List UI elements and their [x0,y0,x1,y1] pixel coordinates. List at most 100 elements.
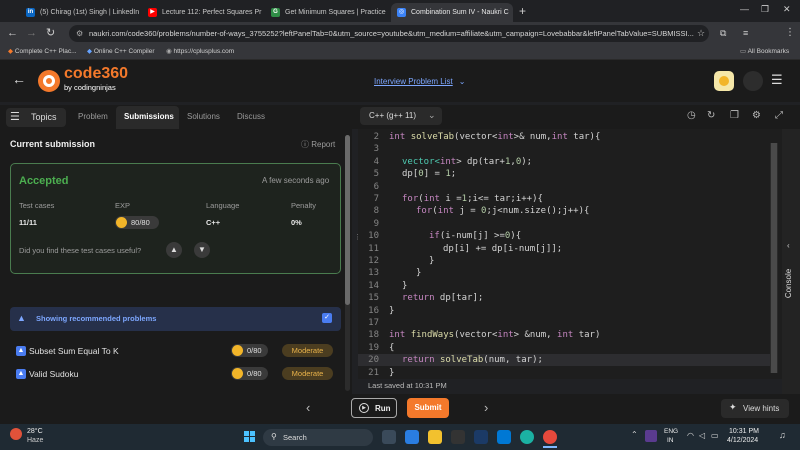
chevron-up-icon[interactable]: ⌃ [631,430,638,439]
line-number: 17 [368,318,379,328]
view-hints-button[interactable]: ✦ View hints [721,399,789,418]
minimize-icon[interactable]: — [740,4,749,14]
editor-scrollbar[interactable] [770,143,778,373]
user-avatar[interactable] [743,71,763,91]
streak-icon[interactable] [714,71,734,91]
bookmark-star-icon[interactable]: ☆ [697,27,705,39]
tab-problem[interactable]: Problem [78,112,108,121]
language-code[interactable]: ENG [664,428,678,435]
tab-title: Combination Sum IV - Naukri C [411,9,509,16]
menu-dots-icon[interactable]: ⋮ [785,27,795,39]
close-window-icon[interactable]: ✕ [783,4,791,15]
back-arrow-icon[interactable]: ← [12,71,26,87]
volume-icon[interactable]: ◁ [699,431,705,440]
hamburger-menu-icon[interactable]: ☰ [771,72,783,88]
bookmark-online-compiler[interactable]: ◆ Online C++ Compiler [87,47,155,55]
browser-tab-code360[interactable]: ◎ Combination Sum IV - Naukri C ✕ [391,3,513,22]
console-side-panel[interactable]: ‹ Console [782,129,800,394]
browser-tab-youtube[interactable]: ▶ Lecture 112: Perfect Squares Pr ✕ [142,3,265,22]
scrollbar-thumb[interactable] [345,135,350,305]
tab-submissions[interactable]: Submissions [124,112,174,121]
logo-text[interactable]: code360 [64,65,128,83]
taskbar-search[interactable]: ⚲ Search [263,429,373,446]
left-scrollbar[interactable] [345,135,350,391]
bookmark-complete-cpp[interactable]: ◆ Complete C++ Plac... [8,47,77,55]
scrollbar-thumb[interactable] [771,143,777,373]
status-badge: Accepted [19,175,69,187]
prev-problem-icon[interactable]: ‹ [306,400,310,415]
site-info-icon[interactable]: ⚙ [76,25,83,42]
reload-icon[interactable]: ↻ [46,27,55,39]
media-icon[interactable]: ≡ [743,27,748,39]
tray-app-icon[interactable] [645,430,657,442]
info-icon: ⓘ [301,140,312,149]
action-bar [0,394,800,424]
weather-icon[interactable] [10,428,22,440]
maximize-icon[interactable]: ❐ [761,4,769,15]
line-number: 16 [368,305,379,316]
extensions-icon[interactable]: ⧉ [720,27,726,39]
topics-button[interactable]: ☰ Topics [6,108,66,127]
windows-start-icon[interactable] [244,431,256,443]
recommended-checkbox[interactable]: ✓ [322,313,332,323]
code360-logo-icon[interactable] [38,70,60,92]
file-explorer-icon[interactable] [428,430,442,444]
url-bar[interactable]: ⚙ naukri.com/code360/problems/number-of-… [69,25,709,42]
reset-icon[interactable]: ↻ [707,110,715,121]
store-icon[interactable] [451,430,465,444]
app-icon[interactable] [474,430,488,444]
temperature: 28°C [27,428,43,435]
edge-icon[interactable] [520,430,534,444]
submit-button[interactable]: Submit [407,398,449,418]
mail-icon[interactable] [497,430,511,444]
browser-tab-linkedin[interactable]: in (5) Chirag (1st) Singh | LinkedIn ✕ [20,3,142,22]
current-submission-heading: Current submission [10,139,96,149]
recommended-item[interactable]: ▲ Subset Sum Equal To K 0/80 Moderate [10,343,340,359]
timer-icon[interactable]: ◷ [687,110,696,121]
tab-solutions[interactable]: Solutions [187,112,220,121]
browser-tab-gfg[interactable]: G Get Minimum Squares | Practice ✕ [265,3,391,22]
run-button[interactable]: ▶ Run [351,398,397,418]
line-number: 18 [368,330,379,341]
bookmark-cplusplus[interactable]: ◉ https://cplusplus.com [166,47,234,55]
bookmark-icon: ◆ [8,48,15,55]
copy-icon[interactable]: ❐ [730,110,739,121]
coin-icon [232,345,243,356]
settings-icon[interactable]: ⚙ [752,110,761,121]
resize-handle[interactable]: ⋮ [354,234,361,249]
tab-discuss[interactable]: Discuss [237,112,265,121]
fullscreen-icon[interactable]: ⤢ [775,110,783,121]
next-problem-icon[interactable]: › [484,400,488,415]
language-label: Language [206,201,240,210]
language-select[interactable]: C++ (g++ 11) ⌄ [360,107,442,125]
task-view-icon[interactable] [382,430,396,444]
new-tab-button[interactable]: + [519,4,526,18]
clock-time[interactable]: 10:31 PM [729,428,759,435]
battery-icon[interactable]: ▭ [711,431,719,440]
all-bookmarks[interactable]: ▭ All Bookmarks [740,47,789,55]
forward-icon[interactable]: → [26,27,37,39]
wifi-icon[interactable]: ◠ [687,431,694,440]
close-icon[interactable]: ✕ [509,8,513,17]
line-number: 20 [368,355,379,366]
thumbs-up-icon[interactable]: ▲ [166,242,182,258]
code-line: int solveTab(vector<int>& num,int tar){ [389,132,601,142]
code-line: } [429,256,435,266]
line-number: 21 [368,367,379,378]
browser-tab-bar: in (5) Chirag (1st) Singh | LinkedIn ✕ ▶… [0,0,800,22]
recommended-item[interactable]: ▲ Valid Sudoku 0/80 Moderate [10,366,340,382]
thumbs-down-icon[interactable]: ▼ [194,242,210,258]
line-number: 9 [373,218,379,229]
language-region: IN [667,437,674,444]
line-number: 3 [373,144,379,155]
notification-bell-icon[interactable]: ♫ [779,430,786,440]
report-button[interactable]: ⓘ Report [301,139,335,150]
bookmark-icon: ◆ [87,48,94,55]
like-icon: ▲ [16,346,26,356]
test-cases-label: Test cases [19,201,55,210]
interview-problem-list-link[interactable]: Interview Problem List ⌄ [374,77,465,86]
back-icon[interactable]: ← [7,27,18,39]
line-number: 15 [368,293,379,304]
chrome-icon[interactable] [543,430,557,444]
widgets-icon[interactable] [405,430,419,444]
